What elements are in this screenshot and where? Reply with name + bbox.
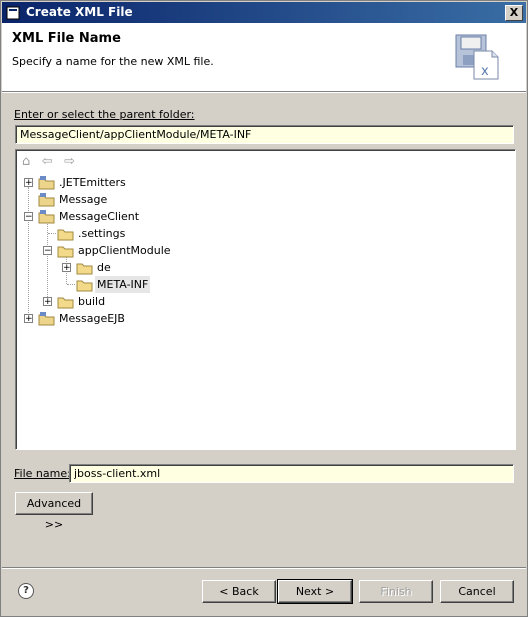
project-folder-icon (38, 176, 55, 190)
tree-item-messageejb[interactable]: + MessageEJB (16, 310, 513, 327)
open-folder-icon (76, 280, 93, 292)
footer-divider-highlight (2, 568, 526, 569)
tree-item-messageclient[interactable]: − MessageClient (16, 208, 513, 225)
tree-item-label: .JETEmitters (59, 176, 126, 189)
back-button[interactable]: < Back (202, 580, 276, 603)
close-button[interactable]: X (505, 5, 523, 21)
expand-toggle[interactable]: + (24, 314, 33, 324)
dialog-window: Create XML File X XML File Name Specify … (0, 0, 528, 617)
tree-item-label: appClientModule (78, 244, 171, 257)
title-bar[interactable]: Create XML File X (2, 2, 526, 23)
cancel-button[interactable]: Cancel (440, 580, 514, 603)
tree-item-label: Message (59, 193, 108, 206)
folder-icon (57, 229, 74, 241)
tree-item-build[interactable]: + build (16, 293, 513, 310)
project-folder-icon (38, 210, 55, 224)
tree-item-label: MessageClient (59, 210, 140, 223)
collapse-toggle[interactable]: − (24, 212, 33, 222)
tree-item-label: MessageEJB (59, 312, 125, 325)
new-xml-file-icon: x (455, 34, 499, 80)
expand-toggle[interactable]: + (24, 178, 33, 188)
next-button[interactable]: Next > (277, 579, 353, 604)
tree-item-label: META-INF (95, 276, 151, 293)
expand-toggle[interactable]: + (43, 297, 52, 307)
project-folder-icon (38, 312, 55, 326)
tree-item-appclientmodule[interactable]: − appClientModule (16, 242, 513, 259)
tree-item-settings[interactable]: .settings (16, 225, 513, 242)
tree-item-label: .settings (78, 227, 126, 240)
tree-item-label: build (78, 295, 106, 308)
tree-item-message[interactable]: Message (16, 191, 513, 208)
back-arrow-icon[interactable]: ⇦ (42, 154, 53, 169)
parent-folder-label: Enter or select the parent folder: (14, 108, 195, 121)
page-title: XML File Name (12, 31, 121, 46)
project-folder-icon (38, 193, 55, 207)
folder-icon (76, 263, 93, 275)
svg-text:x: x (481, 64, 489, 79)
xml-file-icon (6, 6, 20, 20)
forward-arrow-icon[interactable]: ⇨ (64, 154, 75, 169)
parent-folder-input[interactable] (15, 125, 514, 144)
file-name-input[interactable] (69, 464, 514, 483)
finish-button[interactable]: Finish (359, 580, 433, 603)
help-icon[interactable]: ? (18, 583, 34, 599)
tree-item-jetemitters[interactable]: + .JETEmitters (16, 174, 513, 191)
file-name-label: File name: (14, 467, 71, 480)
tree-item-meta-inf[interactable]: META-INF (16, 276, 513, 293)
tree-toolbar: ⌂ ⇦ ⇨ (22, 154, 83, 170)
source-folder-icon (57, 246, 74, 258)
collapse-toggle[interactable]: − (43, 246, 52, 256)
folder-tree[interactable]: ⌂ ⇦ ⇨ + .JETEmitters Message − MessageCl… (15, 149, 516, 450)
wizard-banner: XML File Name Specify a name for the new… (2, 23, 526, 92)
tree-item-label: de (97, 261, 111, 274)
tree-item-de[interactable]: + de (16, 259, 513, 276)
page-description: Specify a name for the new XML file. (12, 55, 214, 68)
advanced-button[interactable]: Advanced >> (15, 492, 93, 531)
banner-divider (2, 92, 526, 93)
folder-icon (57, 297, 74, 309)
window-title: Create XML File (26, 5, 133, 19)
expand-toggle[interactable]: + (62, 263, 71, 273)
home-icon[interactable]: ⌂ (22, 154, 30, 169)
